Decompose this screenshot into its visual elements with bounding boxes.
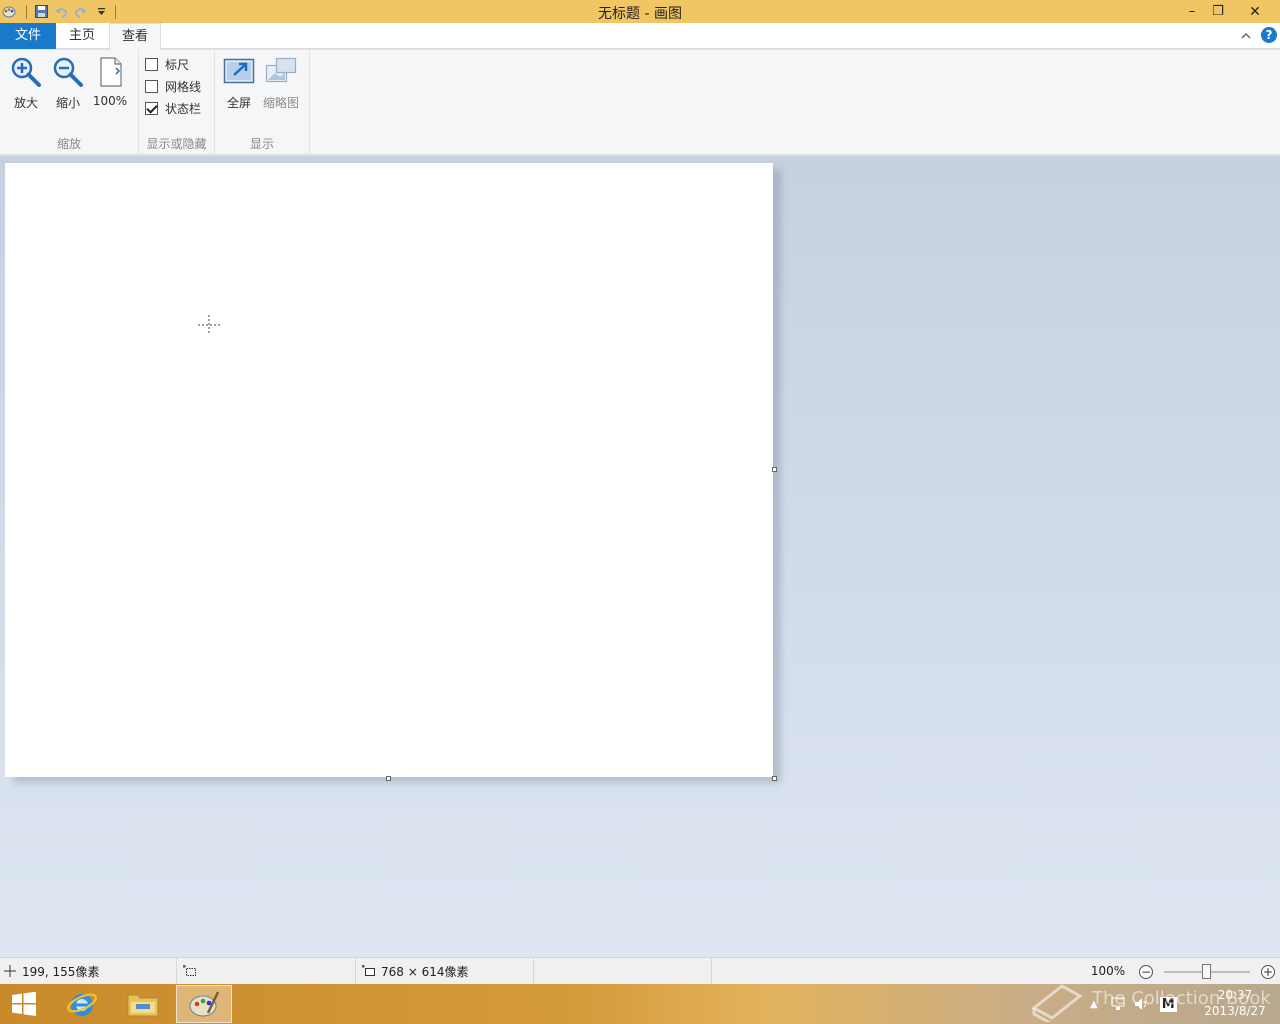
selection-icon bbox=[183, 965, 196, 976]
thumbnail-button[interactable]: 缩略图 bbox=[261, 54, 301, 112]
zoom-in-button[interactable]: 放大 bbox=[6, 54, 46, 112]
resize-handle-corner[interactable] bbox=[772, 776, 777, 781]
canvas-size-cell: 768 × 614像素 bbox=[356, 958, 534, 984]
zoom-group: 放大 缩小 100% 缩放 bbox=[0, 50, 139, 155]
zoom-in-label: 放大 bbox=[13, 96, 38, 110]
cursor-position-cell: 199, 155像素 bbox=[0, 958, 177, 984]
ribbon-tab-bar: 文件 主页 查看 ? bbox=[0, 23, 1280, 50]
title-bar: 无标题 - 画图 – ❐ ✕ bbox=[0, 0, 1280, 23]
windows-logo-icon bbox=[12, 991, 36, 1016]
tab-home[interactable]: 主页 bbox=[58, 23, 106, 49]
internet-explorer-icon bbox=[67, 993, 97, 1016]
canvas-workspace[interactable] bbox=[0, 156, 1280, 957]
tab-file[interactable]: 文件 bbox=[0, 23, 56, 49]
page-100-icon bbox=[100, 57, 122, 87]
statusbar-checkbox[interactable] bbox=[145, 101, 158, 115]
canvas-size-text: 768 × 614像素 bbox=[381, 964, 469, 979]
close-button[interactable]: ✕ bbox=[1240, 0, 1270, 23]
watermark: The Collection Book bbox=[1028, 976, 1278, 1024]
zoom-out-icon bbox=[53, 57, 83, 87]
resize-handle-right[interactable] bbox=[772, 467, 777, 472]
show-hide-group: 标尺 网格线 状态栏 显示或隐藏 bbox=[139, 50, 215, 155]
resize-handle-bottom[interactable] bbox=[386, 776, 391, 781]
gridlines-checkbox-row[interactable]: 网格线 bbox=[145, 77, 201, 95]
taskbar-paint[interactable] bbox=[176, 985, 232, 1023]
fullscreen-label: 全屏 bbox=[226, 96, 251, 110]
drawing-canvas[interactable] bbox=[5, 163, 773, 777]
taskbar-internet-explorer[interactable] bbox=[54, 985, 110, 1023]
taskbar-file-explorer[interactable] bbox=[115, 985, 171, 1023]
gridlines-checkbox[interactable] bbox=[145, 79, 158, 93]
display-group: 全屏 缩略图 显示 bbox=[215, 50, 310, 155]
show-hide-group-label: 显示或隐藏 bbox=[146, 137, 207, 151]
status-empty-cell bbox=[534, 958, 712, 984]
statusbar-label: 状态栏 bbox=[165, 101, 202, 116]
statusbar-checkbox-row[interactable]: 状态栏 bbox=[145, 99, 201, 117]
zoom-out-label: 缩小 bbox=[55, 96, 80, 110]
ribbon-panel: 放大 缩小 100% 缩放 标尺 网格线 状态栏 显示或隐藏 全屏 缩略图 显示 bbox=[0, 50, 1280, 155]
canvas-size-icon bbox=[362, 965, 375, 976]
gridlines-label: 网格线 bbox=[165, 79, 202, 94]
collapse-ribbon-icon[interactable] bbox=[1238, 28, 1254, 44]
rulers-checkbox[interactable] bbox=[145, 57, 158, 71]
zoom-in-icon bbox=[11, 57, 41, 87]
start-button[interactable] bbox=[0, 985, 48, 1023]
book-logo-icon bbox=[1031, 984, 1083, 1022]
cursor-position-text: 199, 155像素 bbox=[22, 964, 100, 979]
actual-size-button[interactable]: 100% bbox=[90, 54, 130, 112]
rulers-label: 标尺 bbox=[165, 57, 190, 72]
selection-size-cell bbox=[177, 958, 356, 984]
window-title: 无标题 - 画图 bbox=[598, 6, 682, 22]
restore-button[interactable]: ❐ bbox=[1203, 0, 1233, 23]
display-group-label: 显示 bbox=[249, 137, 274, 151]
fullscreen-button[interactable]: 全屏 bbox=[219, 54, 259, 112]
thumbnail-icon bbox=[265, 57, 297, 83]
fullscreen-icon bbox=[223, 58, 255, 84]
crosshair-icon bbox=[4, 965, 16, 977]
thumbnail-label: 缩略图 bbox=[262, 96, 299, 110]
actual-size-label: 100% bbox=[92, 94, 128, 108]
rulers-checkbox-row[interactable]: 标尺 bbox=[145, 55, 189, 73]
help-icon[interactable]: ? bbox=[1261, 27, 1277, 43]
paint-palette-icon bbox=[189, 991, 220, 1017]
crosshair-cursor-icon bbox=[198, 315, 220, 335]
folder-icon bbox=[127, 994, 159, 1017]
zoom-out-button[interactable]: 缩小 bbox=[48, 54, 88, 112]
zoom-group-label: 缩放 bbox=[56, 137, 81, 151]
tab-view[interactable]: 查看 bbox=[109, 23, 161, 50]
watermark-text: The Collection Book bbox=[1092, 988, 1271, 1009]
